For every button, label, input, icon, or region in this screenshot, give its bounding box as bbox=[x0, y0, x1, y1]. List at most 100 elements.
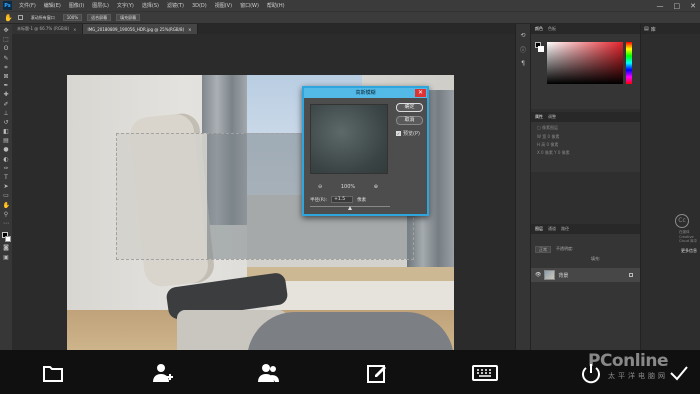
tab-swatches[interactable]: 色板 bbox=[548, 26, 556, 32]
tab-color[interactable]: 颜色 bbox=[535, 26, 543, 32]
preview-label: 预览(P) bbox=[403, 131, 420, 137]
photoshop-logo: Ps bbox=[3, 1, 12, 10]
tab-untitled[interactable]: 未标题-1 @ 66.7% (RGB/8) × bbox=[12, 24, 83, 34]
path-select-tool-icon[interactable]: ➤ bbox=[3, 184, 10, 190]
tab-properties[interactable]: 属性 bbox=[535, 114, 543, 120]
close-tab-icon[interactable]: × bbox=[73, 27, 76, 32]
libraries-header: ▤ 库 bbox=[641, 24, 700, 34]
keyboard-icon[interactable] bbox=[472, 362, 498, 384]
brush-tool-icon[interactable]: ✐ bbox=[3, 101, 10, 108]
move-tool-icon[interactable]: ✥ bbox=[3, 28, 10, 34]
blur-tool-icon[interactable]: ● bbox=[3, 147, 10, 153]
minimize-button[interactable]: — bbox=[657, 2, 664, 10]
menu-help[interactable]: 帮助(H) bbox=[263, 2, 289, 9]
scroll-all-checkbox[interactable] bbox=[17, 15, 23, 20]
history-brush-tool-icon[interactable]: ↺ bbox=[3, 119, 10, 126]
zoom-level: 100% bbox=[340, 184, 356, 190]
zoom-tool-icon[interactable]: ⚲ bbox=[3, 211, 10, 218]
zoom-in-icon[interactable]: ⊕ bbox=[374, 184, 378, 190]
check-icon[interactable] bbox=[668, 362, 690, 384]
zoom-out-icon[interactable]: ⊖ bbox=[318, 184, 322, 190]
tab-layers[interactable]: 图层 bbox=[535, 226, 543, 232]
background-color[interactable] bbox=[4, 236, 11, 243]
lock-icon bbox=[629, 273, 633, 277]
menu-filter[interactable]: 滤镜(T) bbox=[163, 2, 188, 9]
tab-paths[interactable]: 路径 bbox=[561, 226, 569, 232]
opacity-label: 不透明度: bbox=[556, 246, 574, 251]
clone-stamp-tool-icon[interactable]: ⊥ bbox=[3, 110, 10, 117]
preview-checkbox-row[interactable]: ✓ 预览(P) bbox=[396, 130, 420, 137]
type-tool-icon[interactable]: T bbox=[3, 175, 10, 181]
eraser-tool-icon[interactable]: ◧ bbox=[3, 129, 10, 135]
users-icon[interactable] bbox=[258, 362, 280, 384]
layer-name: 背景 bbox=[558, 272, 569, 279]
menu-file[interactable]: 文件(F) bbox=[15, 2, 40, 9]
crop-tool-icon[interactable]: ⌗ bbox=[3, 64, 10, 71]
hue-slider[interactable] bbox=[626, 42, 632, 84]
folder-icon[interactable] bbox=[42, 362, 64, 384]
tab-channels[interactable]: 通道 bbox=[548, 226, 556, 232]
blend-row: 正常 不透明度: bbox=[535, 246, 573, 253]
history-panel-icon[interactable]: ⟲ bbox=[520, 32, 525, 39]
lasso-tool-icon[interactable]: ʘ bbox=[3, 46, 10, 52]
ok-button[interactable]: 确定 bbox=[396, 103, 423, 112]
panel-color-swatches[interactable] bbox=[535, 42, 544, 52]
shape-tool-icon[interactable]: ▭ bbox=[3, 193, 10, 199]
options-bar: ✋ 滚动所有窗口 100% 适合屏幕 填充屏幕 bbox=[0, 11, 700, 24]
close-window-button[interactable]: ✕ bbox=[690, 2, 696, 10]
paragraph-panel-icon[interactable]: ¶ bbox=[521, 60, 525, 67]
pen-tool-icon[interactable]: ✑ bbox=[3, 165, 10, 172]
quick-select-tool-icon[interactable]: ✎ bbox=[3, 55, 10, 62]
dialog-title[interactable]: 高斯模糊 ✕ bbox=[304, 88, 427, 98]
fill-screen-button[interactable]: 填充屏幕 bbox=[116, 14, 141, 21]
menu-layer[interactable]: 图层(L) bbox=[88, 2, 113, 9]
menu-image[interactable]: 图像(I) bbox=[65, 2, 88, 9]
gradient-tool-icon[interactable]: ▤ bbox=[3, 138, 10, 144]
radius-label: 半径(R): bbox=[310, 197, 328, 203]
add-user-icon[interactable] bbox=[152, 362, 174, 384]
menu-select[interactable]: 选择(S) bbox=[138, 2, 163, 9]
close-tab-icon[interactable]: × bbox=[188, 27, 191, 32]
frame-tool-icon[interactable]: ⊠ bbox=[3, 73, 10, 80]
property-row: H 高 0 像素 bbox=[537, 142, 559, 147]
info-panel-icon[interactable]: ⓘ bbox=[520, 45, 526, 54]
cancel-button[interactable]: 取消 bbox=[396, 116, 423, 125]
tab-img-hdr[interactable]: IMG_20180809_190056_HDR.jpg @ 25%(RGB/8)… bbox=[82, 24, 198, 34]
color-swatches[interactable] bbox=[1, 232, 11, 243]
edit-icon[interactable] bbox=[366, 362, 388, 384]
tab-adjustments[interactable]: 调整 bbox=[548, 114, 556, 120]
dialog-title-text: 高斯模糊 bbox=[355, 90, 376, 96]
creative-cloud-icon: Cc bbox=[675, 214, 689, 228]
menu-type[interactable]: 文字(Y) bbox=[113, 2, 138, 9]
healing-brush-tool-icon[interactable]: ✚ bbox=[3, 92, 10, 98]
menu-3d[interactable]: 3D(D) bbox=[188, 3, 211, 9]
dodge-tool-icon[interactable]: ◐ bbox=[3, 156, 10, 163]
more-info-link[interactable]: 更多信息 bbox=[681, 248, 697, 254]
blur-preview[interactable] bbox=[310, 104, 388, 174]
zoom-field[interactable]: 100% bbox=[62, 14, 83, 21]
menu-window[interactable]: 窗口(W) bbox=[236, 2, 263, 9]
fit-screen-button[interactable]: 适合屏幕 bbox=[87, 14, 112, 21]
blend-mode-select[interactable]: 正常 bbox=[535, 246, 551, 253]
dialog-close-button[interactable]: ✕ bbox=[415, 89, 426, 97]
color-picker-field[interactable] bbox=[547, 42, 623, 84]
menu-edit[interactable]: 编辑(E) bbox=[40, 2, 65, 9]
panel-background-color[interactable] bbox=[538, 46, 544, 52]
preview-checkbox[interactable]: ✓ bbox=[396, 131, 401, 136]
quick-mask-icon[interactable]: ◙ bbox=[3, 245, 10, 251]
eyedropper-tool-icon[interactable]: ✒ bbox=[3, 83, 10, 89]
maximize-button[interactable]: □ bbox=[674, 2, 681, 10]
libraries-title[interactable]: 库 bbox=[651, 26, 656, 33]
layer-thumbnail bbox=[544, 270, 556, 280]
hand-tool-icon[interactable]: ✋ bbox=[3, 202, 10, 209]
visibility-eye-icon[interactable]: 👁 bbox=[535, 272, 541, 278]
screen-mode-icon[interactable]: ▣ bbox=[3, 254, 10, 261]
marquee-tool-icon[interactable]: ⬚ bbox=[3, 37, 10, 43]
layer-row[interactable]: 👁 背景 bbox=[531, 268, 641, 282]
more-tools-icon[interactable]: ⋯ bbox=[3, 220, 10, 227]
radius-input[interactable]: +1.5 bbox=[331, 196, 354, 203]
radius-slider-thumb[interactable] bbox=[347, 206, 352, 210]
scroll-all-label: 滚动所有窗口 bbox=[30, 14, 55, 20]
menu-view[interactable]: 视图(V) bbox=[211, 2, 236, 9]
property-row: □ 像素图层 bbox=[537, 125, 559, 130]
